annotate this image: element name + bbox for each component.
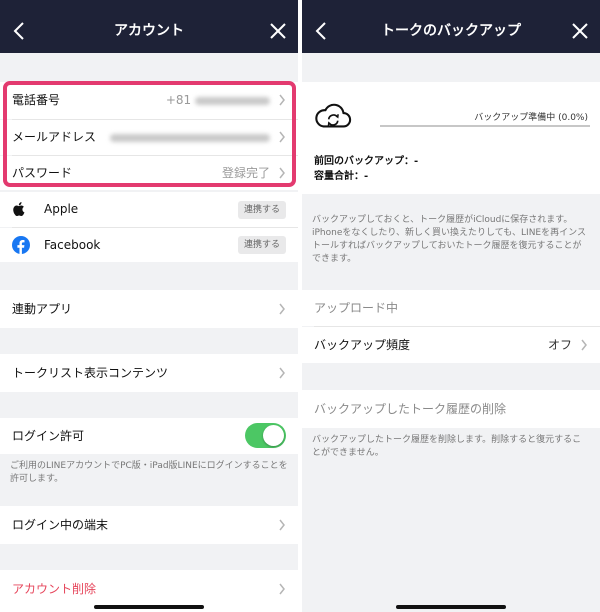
backup-frequency-row[interactable]: バックアップ頻度 オフ: [302, 327, 600, 363]
delete-backup-history-label: バックアップしたトーク履歴の削除: [314, 402, 507, 416]
linked-apps-row[interactable]: 連動アプリ: [0, 290, 298, 328]
login-permission-label: ログイン許可: [12, 429, 85, 443]
facebook-link-row: Facebook 連携する: [0, 228, 298, 262]
close-icon[interactable]: [268, 20, 288, 42]
facebook-label: Facebook: [44, 238, 101, 252]
facebook-icon: [12, 236, 30, 254]
linked-apps-label: 連動アプリ: [12, 302, 73, 316]
login-permission-description: ご利用のLINEアカウントでPC版・iPad版LINEにログインすることを許可し…: [10, 461, 288, 484]
backup-navbar: トークのバックアップ: [302, 0, 600, 53]
delete-backup-history-row[interactable]: バックアップしたトーク履歴の削除: [302, 390, 600, 428]
backup-progress-bar: [380, 125, 590, 127]
logged-in-devices-label: ログイン中の端末: [12, 518, 109, 532]
account-navbar: アカウント: [0, 0, 298, 53]
cloud-sync-icon: [315, 103, 352, 128]
home-indicator: [94, 605, 204, 609]
chevron-right-icon: [581, 339, 587, 351]
backup-status-panel: バックアップ準備中 (0.0%) 前回のバックアップ：- 容量合計：-: [302, 82, 600, 194]
uploading-row: アップロード中: [302, 290, 600, 326]
last-backup-text: 前回のバックアップ：-: [314, 156, 419, 167]
backup-frequency-label: バックアップ頻度: [314, 338, 411, 352]
apple-icon: [13, 202, 25, 217]
talk-list-content-label: トークリスト表示コンテンツ: [12, 366, 169, 380]
chevron-right-icon: [279, 519, 285, 531]
chevron-right-icon: [279, 303, 285, 315]
talk-list-content-row[interactable]: トークリスト表示コンテンツ: [0, 354, 298, 392]
apple-label: Apple: [44, 202, 79, 216]
backup-info-text: バックアップしておくと、トーク履歴がiCloudに保存されます。iPhoneをな…: [312, 215, 586, 264]
account-screen: アカウント 電話番号 +81 メールアドレス パスワード 登録完了 Apple …: [0, 0, 298, 612]
total-size-text: 容量合計：-: [314, 171, 369, 182]
facebook-connect-button[interactable]: 連携する: [238, 236, 286, 254]
backup-status-text: バックアップ準備中 (0.0%): [474, 113, 588, 123]
delete-backup-description: バックアップしたトーク履歴を削除します。削除すると復元することができません。: [312, 435, 582, 458]
page-title: トークのバックアップ: [381, 23, 521, 39]
highlight-annotation: [3, 81, 296, 187]
logged-in-devices-row[interactable]: ログイン中の端末: [0, 506, 298, 544]
chevron-right-icon: [279, 367, 285, 379]
toggle-knob: [263, 425, 284, 446]
talk-backup-screen: トークのバックアップ バックアップ準備中 (0.0%) 前回のバックアップ：- …: [302, 0, 600, 612]
backup-frequency-value: オフ: [547, 338, 572, 352]
uploading-label: アップロード中: [314, 301, 399, 315]
page-title: アカウント: [114, 23, 184, 39]
apple-connect-button[interactable]: 連携する: [238, 201, 286, 219]
chevron-right-icon: [279, 583, 285, 595]
close-icon[interactable]: [570, 20, 590, 42]
home-indicator: [396, 605, 506, 609]
delete-account-label: アカウント削除: [12, 582, 97, 596]
login-permission-toggle[interactable]: [245, 423, 286, 448]
apple-link-row: Apple 連携する: [0, 192, 298, 227]
